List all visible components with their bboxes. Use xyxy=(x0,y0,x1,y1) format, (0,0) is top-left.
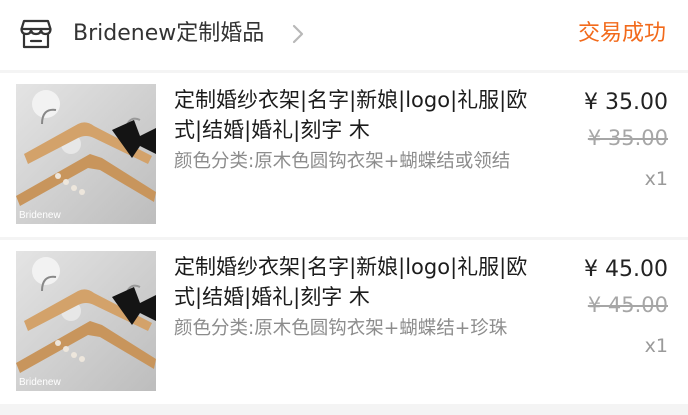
product-price: ¥ 45.00 xyxy=(584,257,668,282)
product-sku: 颜色分类:原木色圆钩衣架+蝴蝶结+珍珠 xyxy=(174,318,508,339)
hanger-bowtie-photo: Bridenew xyxy=(16,84,156,224)
chevron-right-icon[interactable] xyxy=(290,23,306,45)
product-sku: 颜色分类:原木色圆钩衣架+蝴蝶结或领结 xyxy=(174,151,511,172)
product-title[interactable]: 定制婚纱衣架|名字|新娘|logo|礼服|欧式|结婚|婚礼|刻字 木 xyxy=(174,252,544,312)
product-title[interactable]: 定制婚纱衣架|名字|新娘|logo|礼服|欧式|结婚|婚礼|刻字 木 xyxy=(174,85,544,145)
store-name[interactable]: Bridenew定制婚品 xyxy=(73,17,264,51)
product-quantity: x1 xyxy=(644,335,668,357)
original-price: ¥ 45.00 xyxy=(587,293,668,317)
store-icon[interactable] xyxy=(20,19,52,49)
image-watermark: Bridenew xyxy=(19,210,61,221)
original-price: ¥ 35.00 xyxy=(587,126,668,150)
hanger-bowtie-photo: Bridenew xyxy=(16,251,156,391)
image-watermark: Bridenew xyxy=(19,377,61,388)
product-image[interactable]: Bridenew xyxy=(16,251,156,391)
order-store-header: Bridenew定制婚品 交易成功 xyxy=(0,0,688,70)
order-item[interactable]: Bridenew 定制婚纱衣架|名字|新娘|logo|礼服|欧式|结婚|婚礼|刻… xyxy=(0,240,688,404)
product-image[interactable]: Bridenew xyxy=(16,84,156,224)
product-price: ¥ 35.00 xyxy=(584,90,668,115)
order-status: 交易成功 xyxy=(577,21,666,46)
product-quantity: x1 xyxy=(644,168,668,190)
order-item[interactable]: Bridenew 定制婚纱衣架|名字|新娘|logo|礼服|欧式|结婚|婚礼|刻… xyxy=(0,73,688,237)
